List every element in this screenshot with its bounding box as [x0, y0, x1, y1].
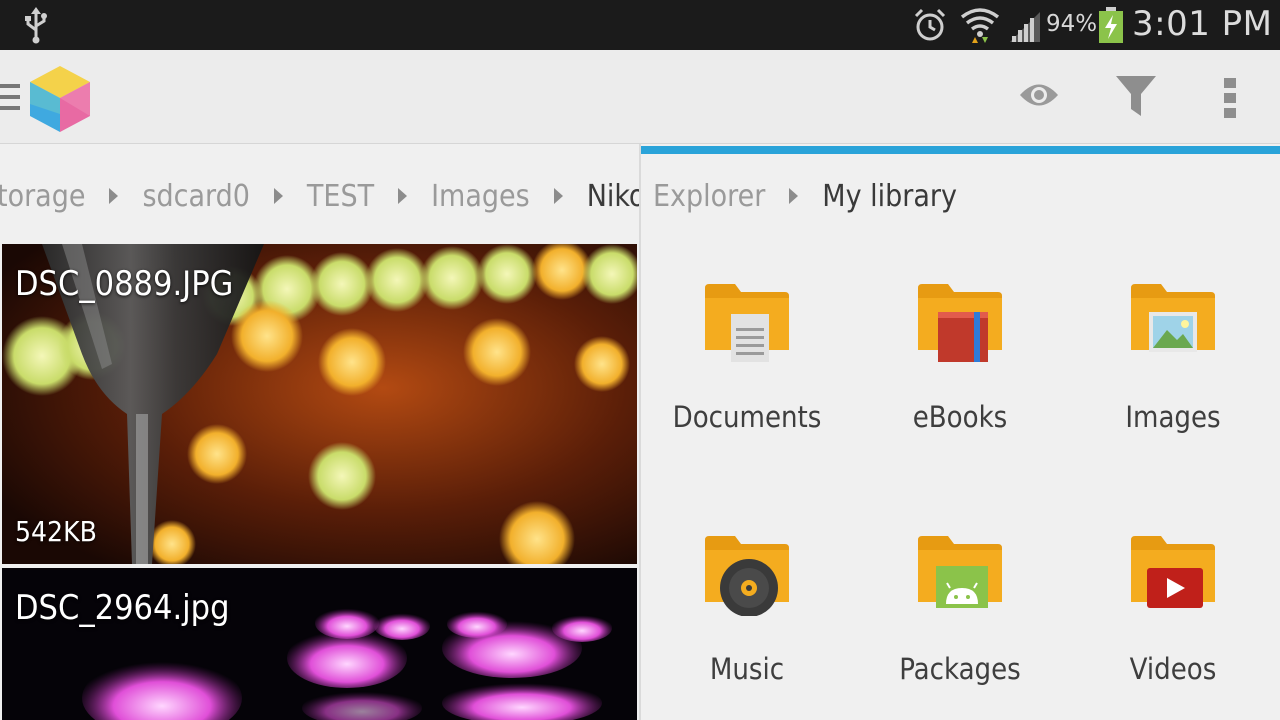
library-ebooks[interactable]: eBooks	[854, 284, 1066, 434]
chevron-right-icon	[398, 188, 408, 204]
library-label: eBooks	[912, 400, 1008, 434]
action-bar	[0, 50, 1280, 144]
battery-percent: 94%	[1046, 11, 1098, 37]
eye-icon[interactable]	[1018, 80, 1060, 110]
status-bar: 94% 3:01 PM	[0, 0, 1280, 50]
library-label: Videos	[1129, 652, 1217, 686]
file-name: DSC_2964.jpg	[15, 588, 230, 628]
active-pane-indicator	[641, 146, 1280, 154]
battery-charging-icon	[1099, 7, 1123, 43]
breadcrumb: torage sdcard0 TEST Images Nikon	[0, 174, 640, 218]
music-folder-icon	[705, 536, 789, 616]
menu-icon[interactable]	[0, 84, 22, 112]
file-tile[interactable]: DSC_2964.jpg	[2, 568, 637, 720]
breadcrumb-current[interactable]: Nikon	[587, 179, 640, 214]
breadcrumb-current[interactable]: My library	[822, 179, 957, 214]
chevron-right-icon	[109, 188, 119, 204]
images-folder-icon	[1131, 284, 1215, 352]
filter-icon[interactable]	[1114, 74, 1158, 118]
chevron-right-icon	[789, 188, 799, 204]
library-videos[interactable]: Videos	[1067, 536, 1279, 686]
breadcrumb-item[interactable]: torage	[0, 179, 85, 214]
file-tile[interactable]: DSC_0889.JPG 542KB	[2, 244, 637, 564]
chevron-right-icon	[273, 188, 283, 204]
ebooks-folder-icon	[918, 284, 1002, 362]
file-name: DSC_0889.JPG	[15, 264, 234, 304]
documents-folder-icon	[705, 284, 789, 362]
library-documents[interactable]: Documents	[641, 284, 853, 434]
chevron-right-icon	[553, 188, 563, 204]
library-packages[interactable]: Packages	[854, 536, 1066, 686]
usb-icon	[25, 7, 47, 44]
signal-icon	[1010, 12, 1040, 42]
left-pane: torage sdcard0 TEST Images Nikon	[0, 144, 640, 720]
library-music[interactable]: Music	[641, 536, 853, 686]
breadcrumb-item[interactable]: Images	[431, 179, 530, 214]
library-label: Documents	[672, 400, 822, 434]
file-size: 542KB	[15, 515, 97, 548]
library-label: Music	[709, 652, 785, 686]
breadcrumb-item[interactable]: sdcard0	[142, 179, 249, 214]
breadcrumb-item[interactable]: TEST	[307, 179, 374, 214]
packages-folder-icon	[918, 536, 1002, 608]
status-clock: 3:01 PM	[1132, 4, 1273, 44]
library-label: Packages	[899, 652, 1021, 686]
wifi-icon	[960, 8, 1000, 43]
breadcrumb: Explorer My library	[653, 174, 957, 218]
overflow-menu-icon[interactable]	[1222, 76, 1242, 120]
alarm-icon	[914, 8, 946, 41]
videos-folder-icon	[1131, 536, 1215, 608]
right-pane: Explorer My library Documents eBooks Ima…	[641, 144, 1280, 720]
library-images[interactable]: Images	[1067, 284, 1279, 434]
library-label: Images	[1125, 400, 1221, 434]
app-logo-icon[interactable]	[28, 64, 92, 134]
breadcrumb-item[interactable]: Explorer	[653, 179, 765, 214]
